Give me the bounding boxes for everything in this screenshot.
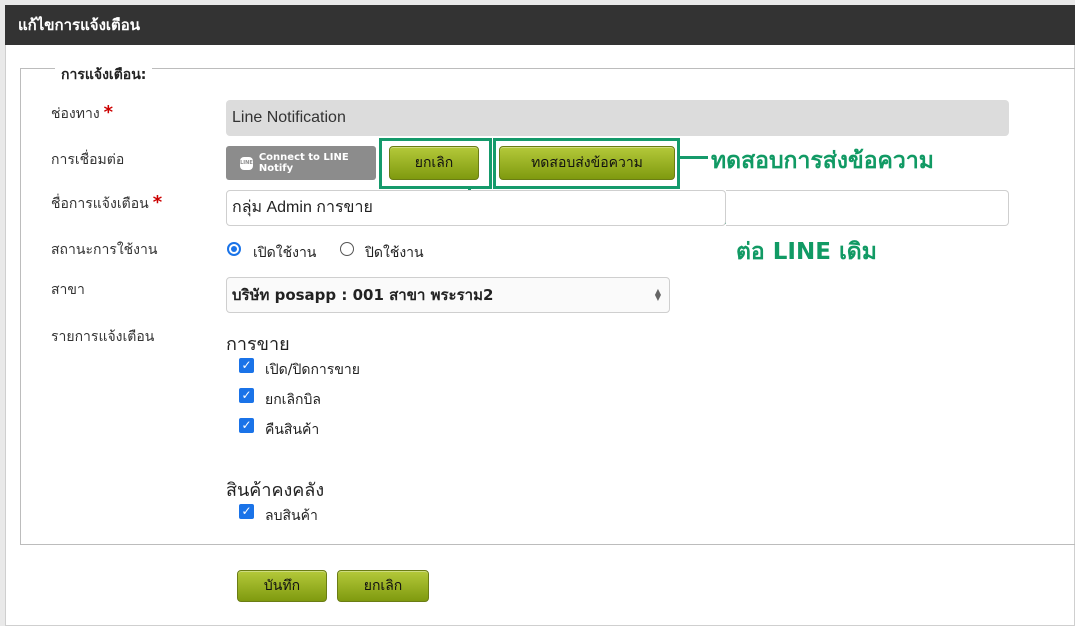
chevron-up-down-icon: ▲ ▼ xyxy=(654,287,661,302)
channel-label: ช่องทาง * xyxy=(51,102,114,123)
connect-line-label: Connect to LINE Notify xyxy=(258,152,349,174)
group-title-sales: การขาย xyxy=(226,334,290,355)
dialog-title: แก้ไขการแจ้งเตือน xyxy=(5,5,1075,45)
branch-select[interactable]: บริษัท posapp : 001 สาขา พระราม2 ▲ ▼ xyxy=(226,277,670,313)
test-callout-line xyxy=(680,156,708,159)
test-note-annotation: ทดสอบการส่งข้อความ xyxy=(711,148,934,174)
status-disabled-label: ปิดใช้งาน xyxy=(365,245,424,261)
checkbox-open-close-sales[interactable]: ✓ xyxy=(239,358,254,373)
cancel-note-annotation-line2: ต่อ LINE เดิม xyxy=(736,239,877,265)
notification-name-input-tail xyxy=(726,190,1009,226)
required-mark: * xyxy=(103,102,114,123)
name-label: ชื่อการแจ้งเตือน * xyxy=(51,192,163,213)
status-enabled-radio[interactable] xyxy=(227,242,241,256)
status-disabled-radio[interactable] xyxy=(340,242,354,256)
checkbox-return-goods[interactable]: ✓ xyxy=(239,418,254,433)
notifications-label: รายการแจ้งเตือน xyxy=(51,329,155,345)
checkbox-delete-product[interactable]: ✓ xyxy=(239,504,254,519)
checkbox-label: ลบสินค้า xyxy=(265,508,318,524)
branch-label: สาขา xyxy=(51,282,85,298)
checkbox-label: ยกเลิกบิล xyxy=(265,392,321,408)
branch-select-value: บริษัท posapp : 001 สาขา พระราม2 xyxy=(232,286,494,304)
cancel-button[interactable]: ยกเลิก xyxy=(337,570,429,602)
test-highlight-box xyxy=(493,138,680,189)
group-title-inventory: สินค้าคงคลัง xyxy=(226,480,325,501)
connection-label: การเชื่อมต่อ xyxy=(51,152,125,168)
notification-name-input[interactable]: กลุ่ม Admin การขาย xyxy=(226,190,726,226)
status-enabled-label: เปิดใช้งาน xyxy=(253,245,317,261)
required-mark: * xyxy=(152,192,163,213)
fieldset-legend: การแจ้งเตือน: xyxy=(55,64,153,86)
checkbox-label: คืนสินค้า xyxy=(265,422,320,438)
checkbox-label: เปิด/ปิดการขาย xyxy=(265,362,360,378)
connect-line-notify-button[interactable]: LINE Connect to LINE Notify xyxy=(226,146,376,180)
save-button[interactable]: บันทึก xyxy=(237,570,327,602)
status-label: สถานะการใช้งาน xyxy=(51,242,158,258)
cancel-highlight-box xyxy=(379,138,492,189)
channel-field: Line Notification xyxy=(226,100,1009,136)
line-logo-icon: LINE xyxy=(240,156,253,170)
checkbox-cancel-bill[interactable]: ✓ xyxy=(239,388,254,403)
